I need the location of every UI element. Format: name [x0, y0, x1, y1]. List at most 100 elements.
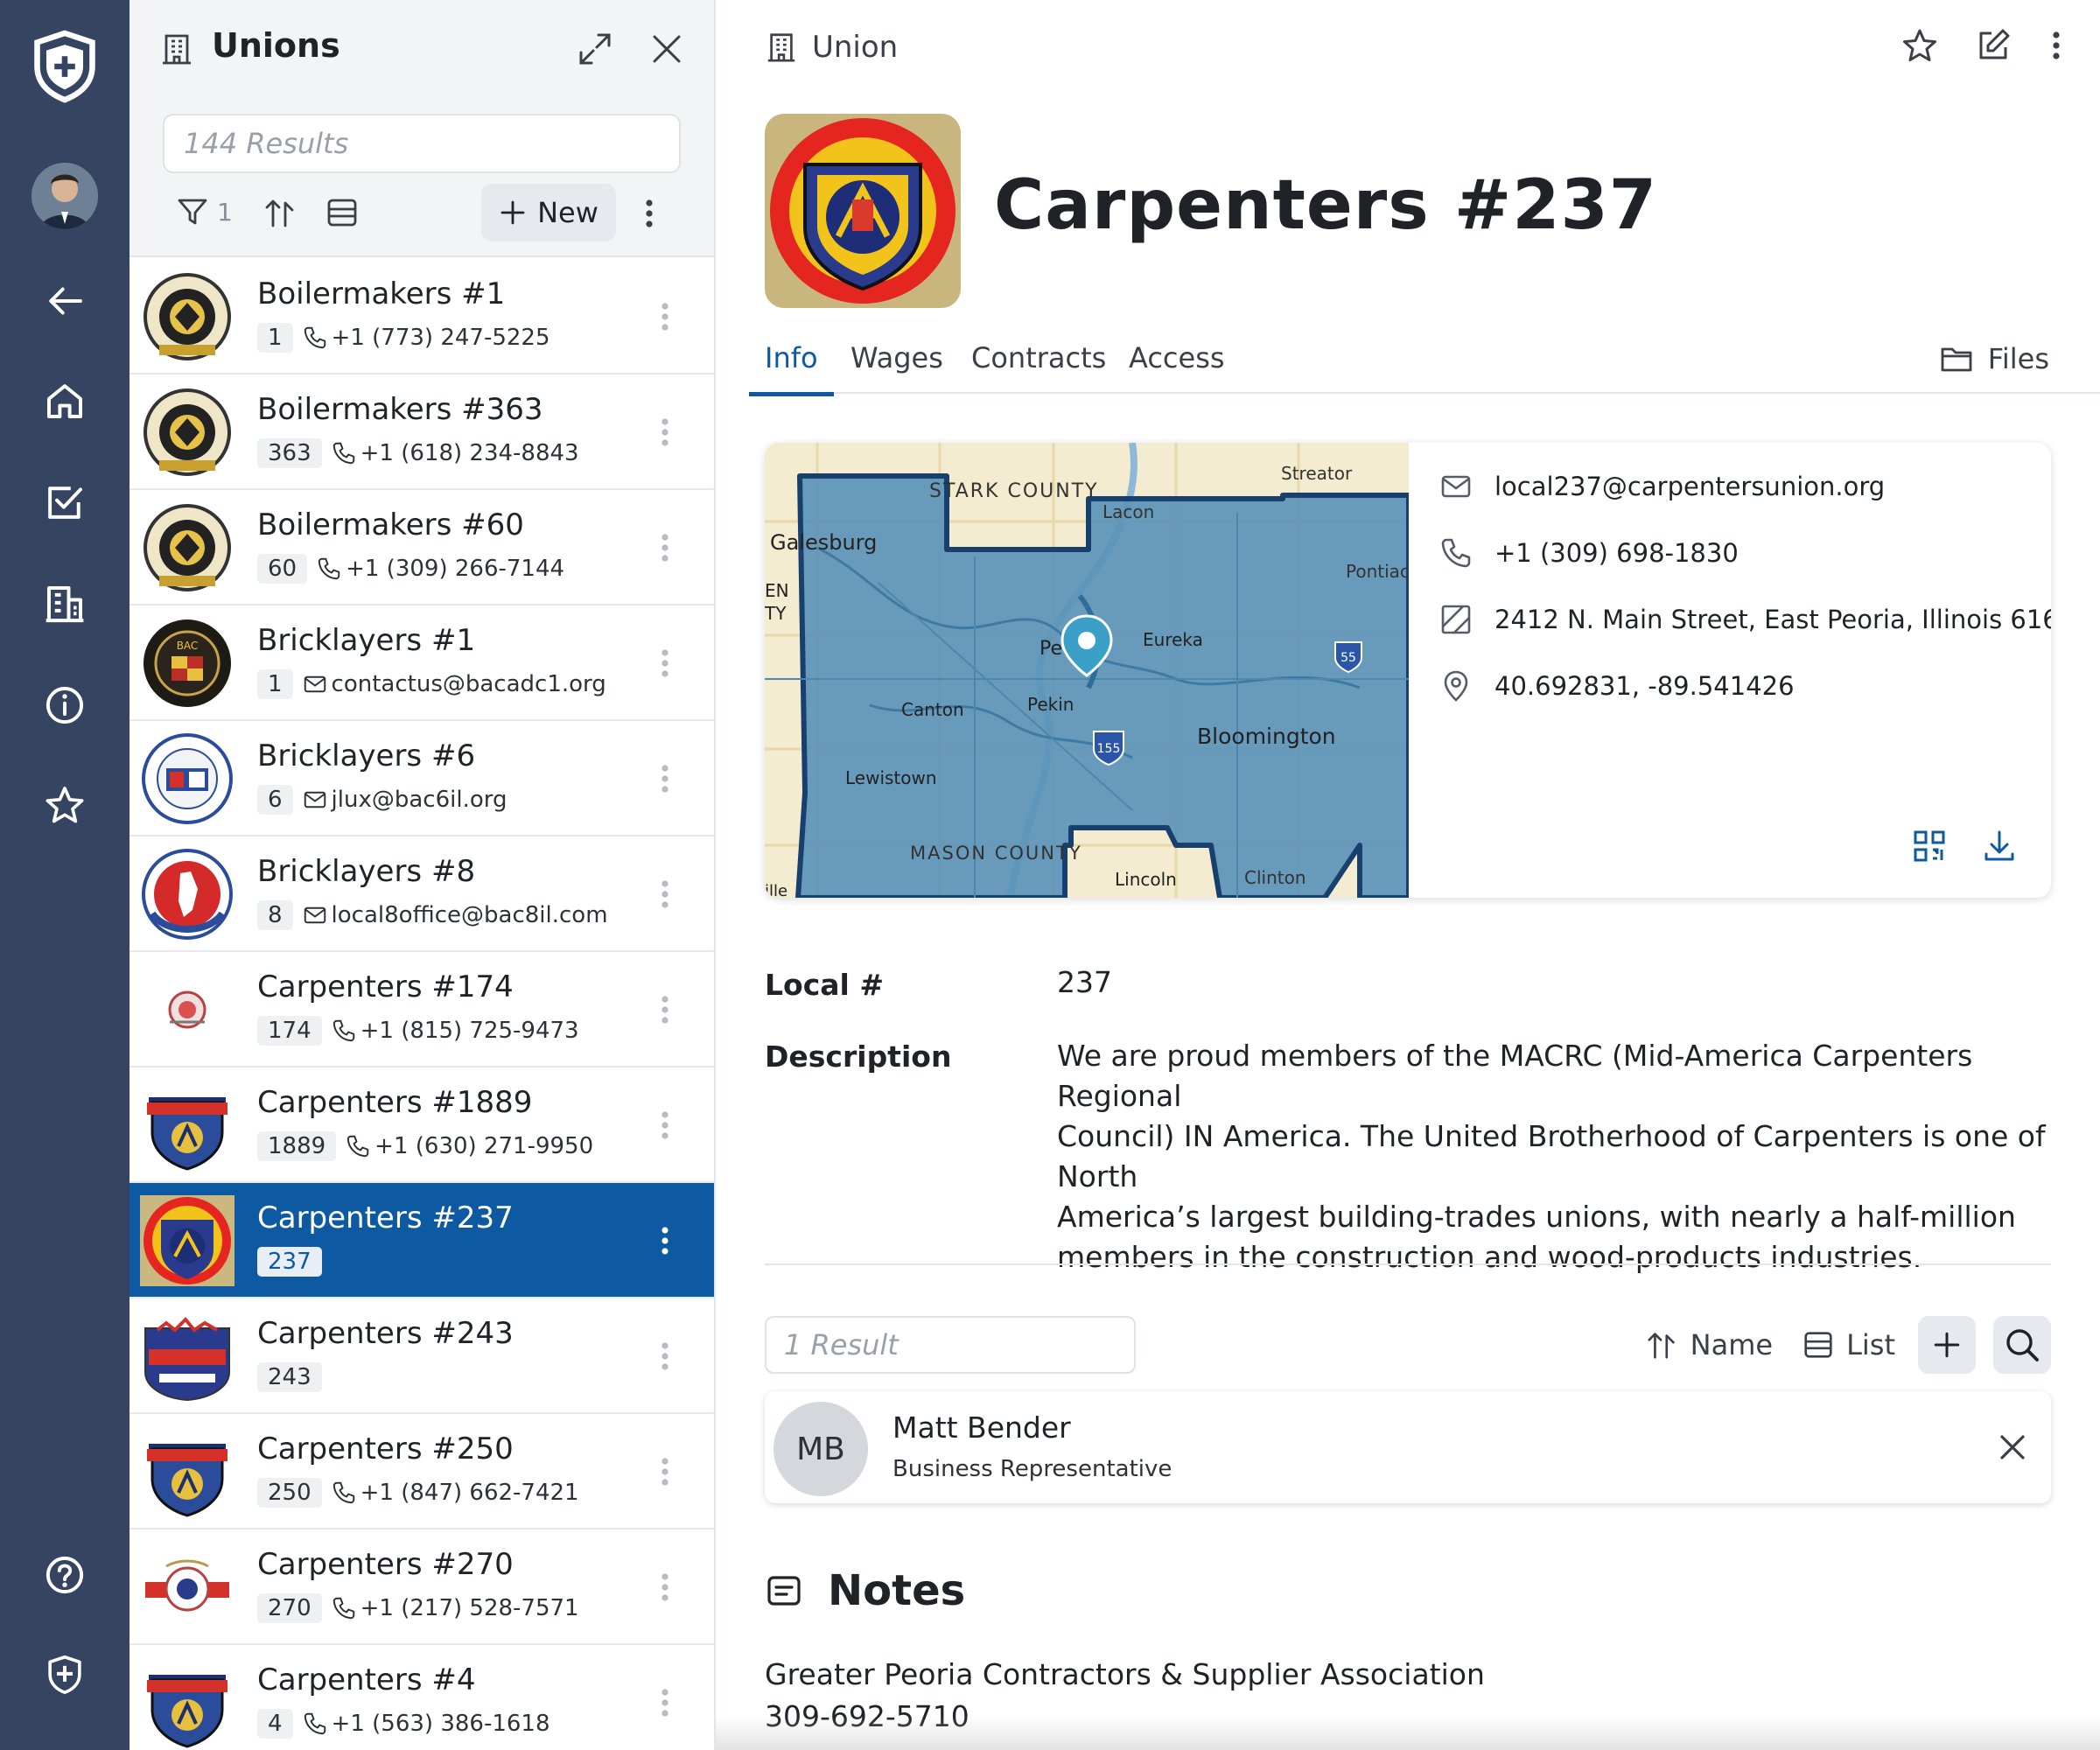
- app-logo[interactable]: [23, 24, 107, 108]
- location-pin-icon: [1444, 670, 1468, 702]
- kebab-icon[interactable]: [656, 1452, 674, 1491]
- search-contacts-button[interactable]: [1993, 1316, 2051, 1374]
- list-item[interactable]: BAC Bricklayers #1 1 contactus@bacadc1.org: [130, 606, 714, 721]
- kebab-icon[interactable]: [656, 990, 674, 1029]
- kebab-icon[interactable]: [656, 1684, 674, 1722]
- nav-rail: [0, 0, 130, 1750]
- kebab-icon[interactable]: [656, 1337, 674, 1376]
- list-item-contact-text: contactus@bacadc1.org: [331, 671, 606, 697]
- sort-icon: [1648, 1333, 1675, 1359]
- expand-icon[interactable]: [576, 30, 614, 68]
- unions-button[interactable]: [26, 565, 103, 642]
- edit-icon[interactable]: [1974, 26, 2012, 65]
- email-icon: [304, 676, 326, 693]
- view-list-button[interactable]: List: [1796, 1314, 1900, 1376]
- map-label-stark: STARK COUNTY: [929, 480, 1099, 502]
- back-arrow-icon: [49, 287, 82, 315]
- list-item-name: Carpenters #1889: [257, 1085, 533, 1120]
- list-item[interactable]: Carpenters #250 250 +1 (847) 662-7421: [130, 1414, 714, 1530]
- jurisdiction-map[interactable]: STARK COUNTY Streator Lacon Galesburg Po…: [765, 443, 1409, 898]
- tab-contracts[interactable]: Contracts: [956, 341, 1122, 392]
- email-line[interactable]: local237@carpentersunion.org: [1438, 469, 1885, 504]
- list-item-contact: jlux@bac6il.org: [302, 787, 508, 813]
- kebab-icon[interactable]: [656, 528, 674, 567]
- contact-card[interactable]: MB Matt Bender Business Representative: [765, 1391, 2051, 1503]
- kebab-icon[interactable]: [656, 298, 674, 336]
- list-item-contact: +1 (563) 386-1618: [302, 1711, 550, 1737]
- map-label-edge-ille: ille: [765, 882, 788, 898]
- map-label-bloomington: Bloomington: [1197, 724, 1336, 749]
- list-item-meta: 270 +1 (217) 528-7571: [257, 1591, 579, 1626]
- view-icon[interactable]: [324, 194, 360, 231]
- list-item-contact: +1 (773) 247-5225: [302, 325, 550, 351]
- phone-line[interactable]: +1 (309) 698-1830: [1438, 536, 1739, 570]
- search-input[interactable]: [163, 114, 681, 173]
- kebab-icon[interactable]: [2048, 26, 2065, 65]
- list-item[interactable]: Carpenters #270 270 +1 (217) 528-7571: [130, 1530, 714, 1645]
- list-item[interactable]: Carpenters #237 237: [130, 1183, 714, 1298]
- kebab-icon[interactable]: [656, 644, 674, 682]
- local-number-badge: 250: [257, 1478, 322, 1508]
- list-item[interactable]: Carpenters #174 174 +1 (815) 725-9473: [130, 952, 714, 1068]
- map-icon: [1441, 605, 1471, 634]
- ubc-seal-image: [765, 114, 961, 308]
- list-item[interactable]: Bricklayers #8 8 local8office@bac8il.com: [130, 836, 714, 952]
- list-item[interactable]: Carpenters #243 243: [130, 1298, 714, 1414]
- new-button[interactable]: New: [481, 184, 616, 242]
- contact-name: Matt Bender: [892, 1410, 1071, 1445]
- union-logo-thumb: BAC: [144, 620, 231, 707]
- sort-by-name-button[interactable]: Name: [1640, 1314, 1778, 1376]
- list-item[interactable]: Boilermakers #60 60 +1 (309) 266-7144: [130, 490, 714, 606]
- files-button[interactable]: Files: [1939, 341, 2049, 376]
- kebab-icon[interactable]: [656, 1222, 674, 1260]
- kebab-icon[interactable]: [656, 1106, 674, 1144]
- list-item-meta: 1 +1 (773) 247-5225: [257, 320, 550, 355]
- union-coordinates: 40.692831, -89.541426: [1494, 671, 1795, 701]
- favorites-button[interactable]: [26, 766, 103, 844]
- detail-tabs: Info Wages Contracts Access: [749, 326, 2100, 396]
- local-number-badge: 1889: [257, 1131, 337, 1161]
- filter-button[interactable]: 1: [175, 194, 233, 229]
- list-item[interactable]: Carpenters #4 4 +1 (563) 386-1618: [130, 1645, 714, 1750]
- user-avatar[interactable]: [32, 163, 98, 229]
- close-icon[interactable]: [1993, 1428, 2032, 1466]
- close-icon[interactable]: [648, 30, 686, 68]
- shield-logo-icon: [34, 30, 95, 103]
- tab-info[interactable]: Info: [749, 341, 834, 396]
- home-button[interactable]: [26, 362, 103, 439]
- new-button-label: New: [537, 196, 598, 229]
- list-item[interactable]: Carpenters #1889 1889 +1 (630) 271-9950: [130, 1068, 714, 1183]
- qr-icon[interactable]: [1911, 828, 1948, 864]
- map-label-edge-en: EN: [765, 580, 789, 601]
- map-label-streator: Streator: [1281, 463, 1353, 484]
- kebab-icon[interactable]: [656, 1568, 674, 1606]
- list-item[interactable]: Boilermakers #363 363 +1 (618) 234-8843: [130, 374, 714, 490]
- tab-access[interactable]: Access: [1113, 341, 1241, 392]
- shield-button[interactable]: [26, 1636, 103, 1713]
- info-button[interactable]: [26, 667, 103, 744]
- sort-icon[interactable]: [262, 194, 299, 231]
- address-line[interactable]: 2412 N. Main Street, East Peoria, Illino…: [1438, 602, 2051, 637]
- kebab-icon[interactable]: [656, 875, 674, 914]
- union-phone: +1 (309) 698-1830: [1494, 538, 1739, 568]
- back-button[interactable]: [26, 262, 103, 340]
- list-item[interactable]: Bricklayers #6 6 jlux@bac6il.org: [130, 721, 714, 836]
- download-icon[interactable]: [1981, 828, 2018, 864]
- local-number-badge: 4: [257, 1709, 293, 1739]
- list-item-meta: 1 contactus@bacadc1.org: [257, 667, 606, 702]
- kebab-icon[interactable]: [656, 760, 674, 798]
- list-item[interactable]: Boilermakers #1 1 +1 (773) 247-5225: [130, 259, 714, 374]
- list-item-meta: 1889 +1 (630) 271-9950: [257, 1129, 593, 1164]
- tab-wages[interactable]: Wages: [835, 341, 959, 392]
- tasks-button[interactable]: [26, 464, 103, 541]
- list-item-contact: +1 (815) 725-9473: [331, 1018, 579, 1044]
- star-icon[interactable]: [1900, 26, 1939, 65]
- coordinates-line[interactable]: 40.692831, -89.541426: [1438, 668, 1795, 704]
- contacts-search-input[interactable]: [765, 1316, 1136, 1374]
- list-item-name: Carpenters #243: [257, 1316, 514, 1351]
- kebab-icon[interactable]: [640, 194, 658, 233]
- add-contact-button[interactable]: [1918, 1316, 1976, 1374]
- route-155-label: 155: [1097, 742, 1121, 756]
- help-button[interactable]: [26, 1536, 103, 1614]
- kebab-icon[interactable]: [656, 413, 674, 452]
